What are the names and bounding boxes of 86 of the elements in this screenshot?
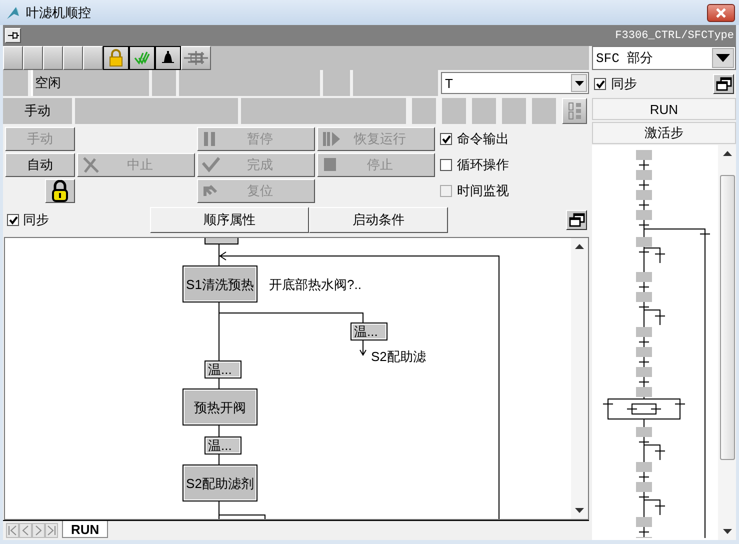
status-cell: [472, 98, 496, 124]
transition-block[interactable]: [204, 238, 238, 244]
object-path: F3306_CTRL/SFCType: [615, 30, 734, 42]
toolbar-button[interactable]: [63, 46, 83, 70]
step-block[interactable]: S1清洗预热: [182, 266, 258, 302]
checkbox[interactable]: [440, 159, 452, 171]
restore-window-icon: [568, 213, 584, 227]
connector-line: [218, 302, 220, 362]
checkbox[interactable]: [440, 133, 452, 145]
part-dropdown[interactable]: SFC 部分: [592, 46, 736, 70]
panel-subtitle: 激活步: [592, 122, 736, 144]
checkmarks-icon: [133, 49, 151, 67]
sheet-tab[interactable]: RUN: [62, 521, 108, 538]
checkbox[interactable]: [594, 78, 606, 90]
restore-window-icon: [716, 77, 732, 91]
next-page-icon: [33, 525, 44, 536]
scroll-up-icon: [575, 244, 584, 249]
scrollbar-thumb[interactable]: [720, 175, 734, 460]
first-page-icon: [7, 525, 18, 536]
scroll-up-icon: [722, 151, 732, 156]
segment-display-icon: [568, 101, 582, 121]
scroll-down-icon: [575, 508, 584, 513]
step-filter-dropdown[interactable]: T: [441, 72, 589, 94]
check-button[interactable]: [129, 46, 155, 70]
scroll-down-icon: [722, 529, 732, 534]
padlock-icon: [107, 49, 125, 67]
sliders-icon: [182, 49, 210, 67]
sheet-nav-button[interactable]: [6, 523, 19, 538]
checkbox-label: 同步: [611, 75, 637, 93]
close-icon: [715, 8, 727, 18]
status-cell: [3, 70, 28, 96]
vertical-scrollbar[interactable]: [571, 238, 588, 519]
checkbox-label: 时间监视: [457, 182, 509, 200]
toolbar-button[interactable]: [83, 46, 103, 70]
close-button[interactable]: [707, 4, 735, 22]
pin-button[interactable]: [5, 28, 21, 43]
app-icon: [6, 6, 20, 20]
checkmark-icon: [202, 156, 220, 174]
status-cell: [532, 98, 556, 124]
checkbox-label: 命令输出: [457, 130, 509, 148]
sheet-nav-button[interactable]: [32, 523, 45, 538]
connector-line: [218, 454, 220, 466]
checkbox-label: 同步: [23, 211, 49, 229]
window-title: 叶滤机顺控: [26, 4, 92, 22]
jump-target-text: S2配助滤: [371, 349, 426, 364]
transition-block[interactable]: 温...: [204, 360, 242, 378]
tool-button[interactable]: [181, 46, 211, 70]
checkbox[interactable]: [7, 214, 19, 226]
connector-line: [218, 378, 220, 390]
sheet-nav-button[interactable]: [45, 523, 58, 538]
panel-button[interactable]: 启动条件: [309, 207, 448, 233]
caret-down-icon: [574, 80, 584, 86]
status-cell: [152, 70, 176, 96]
last-page-icon: [46, 525, 57, 536]
cross-icon: [82, 156, 100, 174]
mode-cell: 手动: [3, 98, 72, 124]
restore-window-button[interactable]: [566, 210, 587, 230]
sheet-nav-button[interactable]: [19, 523, 32, 538]
panel-title: RUN: [592, 98, 736, 120]
step-block[interactable]: S2配助滤剂: [182, 464, 258, 502]
bell-button[interactable]: [155, 46, 181, 70]
action-text: 开底部热水阀?..: [269, 277, 362, 292]
caret-down-icon: [716, 54, 730, 62]
pin-icon: [8, 31, 18, 40]
state-cell: 空闲: [31, 70, 149, 96]
display-button[interactable]: [562, 98, 587, 124]
jump-arrow: [360, 340, 366, 356]
status-cell: [412, 98, 436, 124]
transition-block[interactable]: 温...: [350, 322, 388, 340]
toolbar-button[interactable]: [43, 46, 63, 70]
previous-page-icon: [20, 525, 31, 536]
status-cell: [502, 98, 526, 124]
lock-button[interactable]: [103, 46, 129, 70]
mode-button[interactable]: 自动: [5, 153, 75, 177]
panel-button[interactable]: 顺序属性: [150, 207, 309, 233]
padlock-icon: [51, 180, 69, 202]
resume-icon: [322, 130, 340, 148]
step-block[interactable]: 预热开阀: [182, 388, 258, 426]
checkbox-label: 循环操作: [457, 156, 509, 174]
connector-line: [218, 424, 220, 438]
restore-window-button[interactable]: [713, 74, 734, 94]
vertical-scrollbar[interactable]: [718, 145, 736, 540]
transition-block[interactable]: 温...: [204, 436, 242, 454]
toolbar-button[interactable]: [3, 46, 23, 70]
status-cell: [442, 98, 466, 124]
toolbar-button[interactable]: [23, 46, 43, 70]
